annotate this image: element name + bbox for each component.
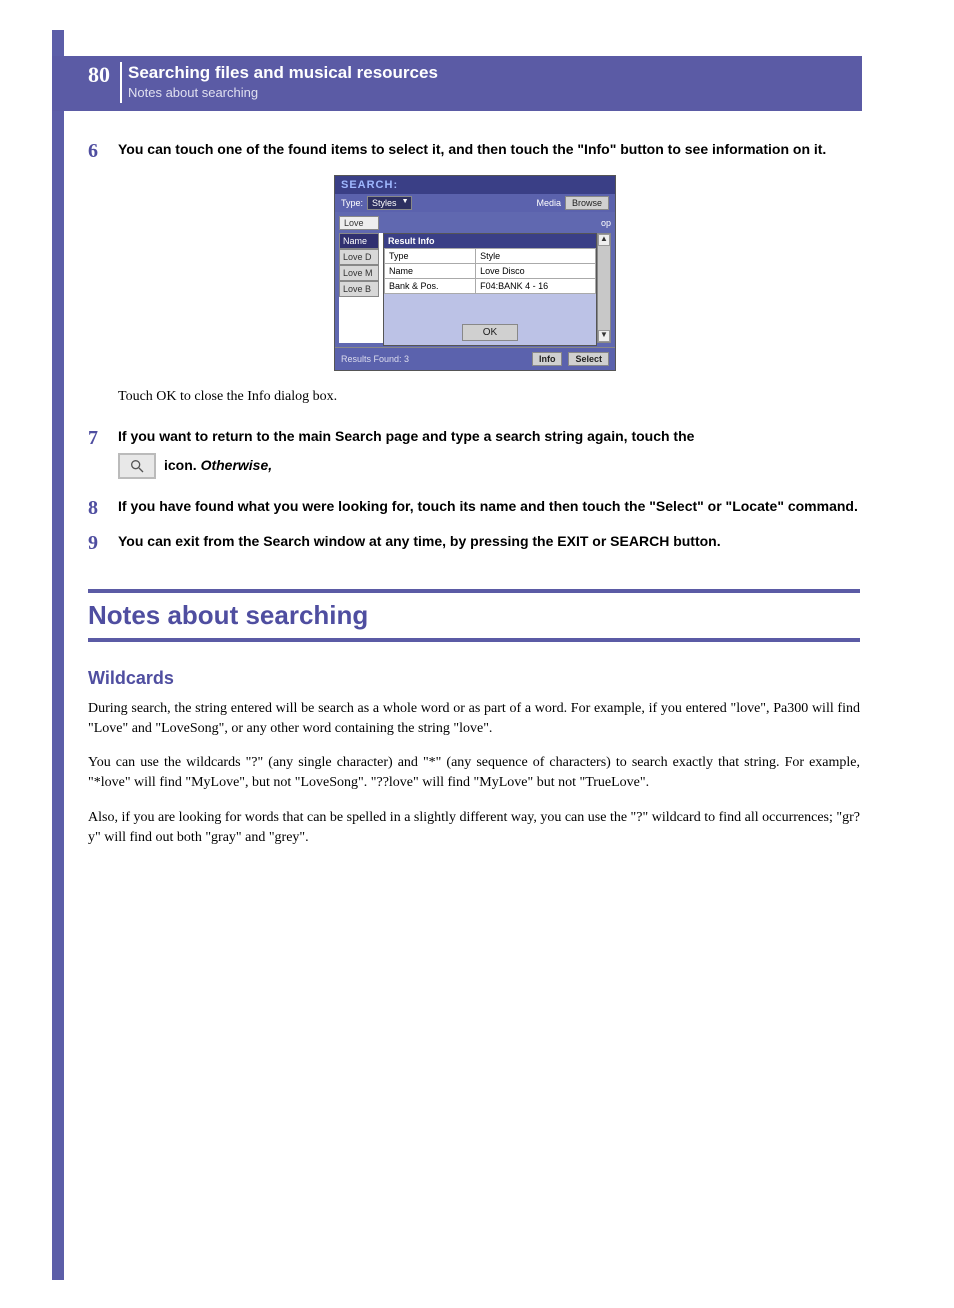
content-area: 6 You can touch one of the found items t… — [88, 140, 860, 862]
paragraph: During search, the string entered will b… — [88, 699, 860, 740]
paragraph: Also, if you are looking for words that … — [88, 808, 860, 849]
section-heading-block: Notes about searching — [88, 589, 860, 642]
rule-bottom — [88, 638, 860, 642]
step-6-caption: Touch OK to close the Info dialog box. — [118, 389, 860, 405]
ok-button[interactable]: OK — [462, 324, 518, 341]
info-button[interactable]: Info — [532, 352, 563, 366]
step-number: 7 — [88, 427, 118, 479]
step-9: 9 You can exit from the Search window at… — [88, 532, 860, 555]
result-info-title: Result Info — [384, 234, 596, 248]
name-column-header[interactable]: Name — [339, 233, 379, 249]
search-dialog: SEARCH: Type: Styles Media Browse Love o… — [334, 175, 616, 371]
rule-top — [88, 589, 860, 593]
embedded-screenshot: SEARCH: Type: Styles Media Browse Love o… — [334, 175, 614, 371]
result-item[interactable]: Love D — [339, 249, 379, 265]
type-label: Type: — [341, 198, 363, 208]
result-item[interactable]: Love M — [339, 265, 379, 281]
results-panel: Name Love D Love M Love B Result Info Ty… — [339, 233, 611, 343]
type-row: Type: Styles Media Browse — [335, 194, 615, 212]
step-text: If you want to return to the main Search… — [118, 427, 860, 479]
result-info-dialog: Result Info TypeStyle NameLove Disco Ban… — [383, 233, 597, 346]
chapter-title: Searching files and musical resources — [128, 63, 438, 83]
page-number: 80 — [88, 62, 110, 88]
step-6: 6 You can touch one of the found items t… — [88, 140, 860, 163]
dialog-title: SEARCH: — [335, 176, 615, 194]
scrollbar[interactable]: ▲ ▼ — [597, 233, 611, 343]
browse-button[interactable]: Browse — [565, 196, 609, 210]
results-left-column: Name Love D Love M Love B — [339, 233, 379, 297]
media-label: Media — [536, 198, 561, 208]
step-7: 7 If you want to return to the main Sear… — [88, 427, 860, 479]
table-row: NameLove Disco — [385, 264, 596, 279]
table-row: TypeStyle — [385, 249, 596, 264]
scroll-down-icon[interactable]: ▼ — [598, 330, 610, 342]
page: 80 Searching files and musical resources… — [0, 0, 954, 1308]
search-input[interactable]: Love — [339, 216, 379, 230]
step-text: If you have found what you were looking … — [118, 497, 860, 520]
type-dropdown[interactable]: Styles — [367, 196, 412, 210]
paragraph: You can use the wildcards "?" (any singl… — [88, 753, 860, 794]
step-number: 6 — [88, 140, 118, 163]
dialog-footer: Results Found: 3 Info Select — [335, 347, 615, 370]
search-body: Love op Name Love D Love M Love B Result… — [335, 212, 615, 347]
info-table: TypeStyle NameLove Disco Bank & Pos.F04:… — [384, 248, 596, 294]
step-number: 9 — [88, 532, 118, 555]
step-8: 8 If you have found what you were lookin… — [88, 497, 860, 520]
step-text: You can touch one of the found items to … — [118, 140, 860, 163]
table-row: Bank & Pos.F04:BANK 4 - 16 — [385, 279, 596, 294]
header-divider — [120, 62, 122, 103]
result-item[interactable]: Love B — [339, 281, 379, 297]
results-found-label: Results Found: 3 — [341, 354, 532, 364]
sub-heading: Wildcards — [88, 668, 860, 689]
select-button[interactable]: Select — [568, 352, 609, 366]
section-heading: Notes about searching — [88, 594, 860, 637]
left-margin-bar — [52, 30, 64, 1280]
op-label: op — [601, 218, 611, 228]
step-text: You can exit from the Search window at a… — [118, 532, 860, 555]
chapter-subtitle: Notes about searching — [128, 85, 258, 100]
step-number: 8 — [88, 497, 118, 520]
scroll-up-icon[interactable]: ▲ — [598, 234, 610, 246]
search-icon — [118, 453, 156, 479]
